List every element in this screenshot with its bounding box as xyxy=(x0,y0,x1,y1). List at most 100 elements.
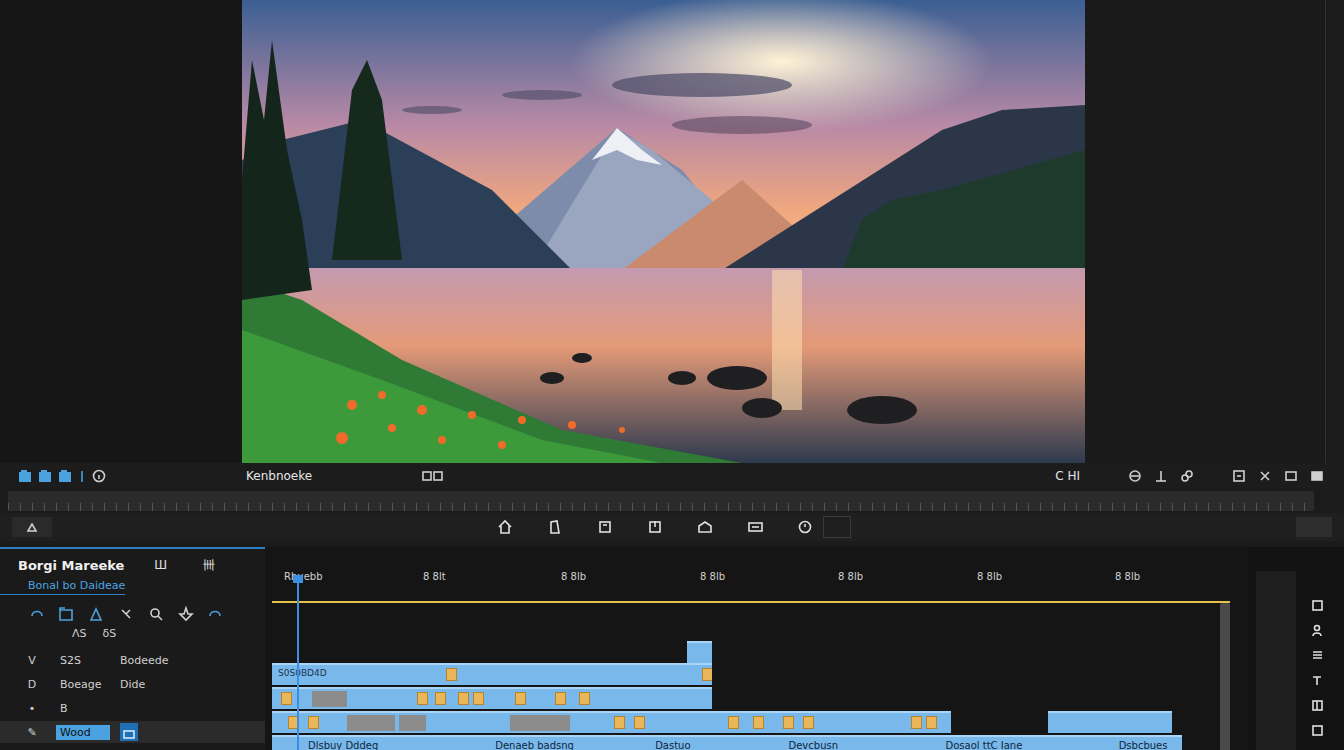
bar-icon[interactable] xyxy=(78,469,86,483)
step-back-icon[interactable] xyxy=(597,519,613,535)
ruler-label: 8 8lb xyxy=(1115,571,1140,582)
redo-icon[interactable] xyxy=(208,606,224,622)
panel-header-button[interactable]: 卌 xyxy=(203,557,215,574)
clip-marker[interactable] xyxy=(783,716,794,729)
clip-marker[interactable] xyxy=(281,692,292,705)
person-icon[interactable] xyxy=(1311,624,1324,637)
clip-marker[interactable] xyxy=(308,716,319,729)
loop-icon[interactable] xyxy=(747,519,763,535)
viewer-left-space xyxy=(0,0,242,463)
clip-marker[interactable] xyxy=(926,716,937,729)
timeline-clip[interactable] xyxy=(272,687,712,709)
record-icon[interactable] xyxy=(797,519,813,535)
timeline-scrollbar[interactable] xyxy=(1220,603,1230,750)
panel-subtitle[interactable]: Bonal bo Daideae xyxy=(0,575,125,595)
playhead-handle[interactable] xyxy=(293,575,303,583)
zoom-icon[interactable] xyxy=(25,521,39,533)
clip-marker[interactable] xyxy=(473,692,484,705)
clip-marker[interactable] xyxy=(803,716,814,729)
export-icon[interactable] xyxy=(1232,469,1246,483)
star-icon[interactable] xyxy=(178,606,194,622)
box-icon[interactable] xyxy=(1311,724,1324,737)
link-icon[interactable] xyxy=(1180,469,1194,483)
clip-marker[interactable] xyxy=(614,716,625,729)
transport-bar xyxy=(0,513,1344,541)
more-icon[interactable] xyxy=(1310,469,1324,483)
track-header[interactable]: •B xyxy=(0,697,265,719)
ruler-label: 8 8lb xyxy=(700,571,725,582)
square-icon[interactable] xyxy=(1311,599,1324,612)
side-strip xyxy=(1248,547,1344,750)
folder-icon[interactable] xyxy=(58,606,74,622)
transport-right xyxy=(1296,517,1332,537)
track-toggle[interactable]: • xyxy=(18,702,46,715)
step-forward-icon[interactable] xyxy=(697,519,713,535)
clip-gap xyxy=(399,715,426,731)
clip-title: Dlsbuy Dddeg xyxy=(308,740,378,750)
clip-title: Dosaol ttC Iane xyxy=(946,740,1023,750)
trim-icon[interactable] xyxy=(1154,469,1168,483)
clip-title: Denaeb badsng xyxy=(495,740,574,750)
toolbar-right-icons xyxy=(1128,469,1324,483)
side-tools xyxy=(1304,547,1330,750)
clip-icon[interactable] xyxy=(38,469,52,483)
settings-icon[interactable] xyxy=(1258,469,1272,483)
track-toggle[interactable]: D xyxy=(18,678,46,691)
playhead[interactable] xyxy=(297,575,299,750)
clip-marker[interactable] xyxy=(515,692,526,705)
clip-marker[interactable] xyxy=(911,716,922,729)
tool-label: ΛS xyxy=(72,627,87,645)
overlay-clip[interactable] xyxy=(687,641,712,663)
clip-icon[interactable] xyxy=(18,469,32,483)
razor-icon[interactable] xyxy=(118,606,134,622)
clip-marker[interactable] xyxy=(634,716,645,729)
shape-icon[interactable] xyxy=(88,606,104,622)
play-icon[interactable] xyxy=(647,519,663,535)
work-area-bar[interactable] xyxy=(272,601,1230,603)
clip-title: Dastuo xyxy=(655,740,690,750)
clip-marker[interactable] xyxy=(555,692,566,705)
panel-header-button[interactable]: Ш xyxy=(154,558,167,572)
undo-icon[interactable] xyxy=(28,606,44,622)
clip-marker[interactable] xyxy=(579,692,590,705)
clip-icon[interactable] xyxy=(58,469,72,483)
clip-marker[interactable] xyxy=(728,716,739,729)
grid-icon[interactable] xyxy=(422,470,444,482)
clip-title: Dsbcbues xyxy=(1119,740,1168,750)
track-header[interactable]: D Boeage Dide xyxy=(0,673,265,695)
track-header[interactable]: ✎Wood xyxy=(0,721,265,743)
viewer xyxy=(0,0,1344,463)
list-icon[interactable] xyxy=(1311,649,1324,662)
mark-in-icon[interactable] xyxy=(547,519,563,535)
track-extra: Dide xyxy=(120,678,145,691)
timecode-box[interactable] xyxy=(823,516,851,538)
clip-marker[interactable] xyxy=(417,692,428,705)
track-toggle[interactable]: ✎ xyxy=(18,726,46,739)
ruler-label: 8 8lb xyxy=(561,571,586,582)
home-icon[interactable] xyxy=(497,519,513,535)
timeline-clip[interactable] xyxy=(272,711,951,733)
grid-icon[interactable] xyxy=(1311,699,1324,712)
timeline-clip[interactable]: S0S0BD4D xyxy=(272,663,712,685)
clip-marker[interactable] xyxy=(458,692,469,705)
search-icon[interactable] xyxy=(148,606,164,622)
clip-marker[interactable] xyxy=(702,668,711,681)
track-toggle[interactable]: V xyxy=(18,654,46,667)
minus-circle-icon[interactable] xyxy=(1128,469,1142,483)
viewer-scrubber[interactable] xyxy=(8,491,1314,511)
clip-marker[interactable] xyxy=(753,716,764,729)
timeline-clip[interactable] xyxy=(1048,711,1172,733)
panel-title: Borgi Mareeke xyxy=(18,558,154,573)
transport-left xyxy=(12,517,52,537)
info-icon[interactable] xyxy=(92,469,106,483)
track-lock-icon[interactable] xyxy=(120,723,138,741)
fullscreen-icon[interactable] xyxy=(1284,469,1298,483)
text-icon[interactable] xyxy=(1311,674,1324,687)
track-header[interactable]: VS2SBodeede xyxy=(0,649,265,671)
clip-marker[interactable] xyxy=(435,692,446,705)
preview-image xyxy=(242,0,1085,463)
clip-marker[interactable] xyxy=(446,668,457,681)
track-name: B xyxy=(56,701,110,716)
timeline-clip[interactable]: Dlsbuy DddegDenaeb badsngDastuoDevcbusnD… xyxy=(272,735,1182,750)
track-name: Boeage xyxy=(56,677,110,692)
